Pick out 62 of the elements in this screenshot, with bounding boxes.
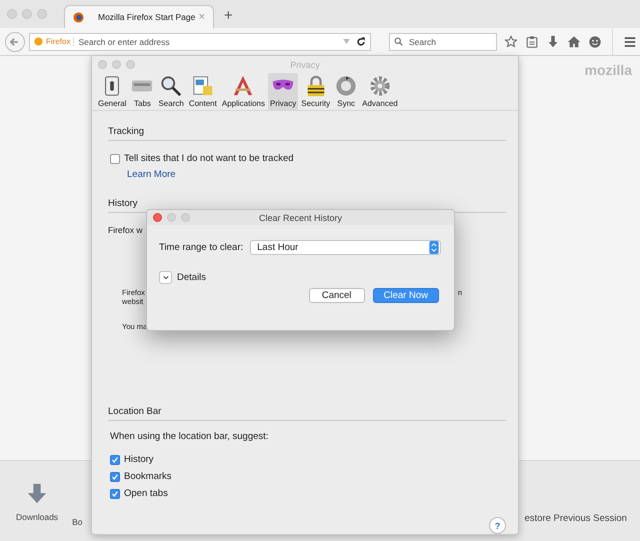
smiley-icon[interactable]: [588, 34, 602, 48]
section-heading: Location Bar: [108, 391, 506, 421]
reload-icon[interactable]: [356, 36, 366, 46]
preferences-tab[interactable]: General: [96, 73, 128, 110]
help-button[interactable]: ?: [489, 517, 506, 534]
checkbox-label: Tell sites that I do not want to be tracked: [124, 153, 294, 164]
document-icon: [192, 75, 214, 97]
menu-icon[interactable]: [623, 34, 637, 48]
preferences-tab[interactable]: Sync: [333, 73, 360, 110]
browser-tab[interactable]: Mozilla Firefox Start Page ×: [64, 5, 214, 28]
mozilla-logo: mozilla: [584, 62, 632, 78]
identity-icon: [34, 37, 43, 46]
preferences-tab[interactable]: Content: [186, 73, 219, 110]
preferences-tab[interactable]: Security: [299, 73, 332, 110]
checkbox[interactable]: [110, 472, 120, 482]
bookmark-star-icon[interactable]: [504, 34, 518, 48]
window-title: Privacy: [290, 60, 320, 70]
preferences-tab[interactable]: Search: [156, 73, 186, 110]
search-field[interactable]: Search: [389, 32, 497, 50]
search-icon: [394, 37, 403, 46]
sync-icon: [335, 75, 358, 97]
details-label: Details: [177, 272, 206, 283]
section-heading: Tracking: [108, 111, 506, 141]
dropdown-icon[interactable]: [343, 39, 350, 44]
learn-more-link[interactable]: Learn More: [127, 169, 176, 180]
history-text: Firefox w: [108, 225, 142, 235]
preferences-tab[interactable]: Advanced: [360, 73, 400, 110]
magnifier-icon: [160, 75, 182, 97]
checkbox[interactable]: [110, 454, 120, 464]
details-toggle[interactable]: [159, 271, 172, 284]
download-icon[interactable]: [546, 34, 560, 48]
download-arrow-icon: [26, 483, 48, 505]
tab-title: Mozilla Firefox Start Page: [98, 12, 196, 22]
stepper-icon: [429, 241, 440, 254]
preferences-tab[interactable]: Applications: [220, 73, 267, 110]
checkbox[interactable]: [110, 488, 120, 498]
launcher-label[interactable]: Bo: [72, 517, 82, 527]
time-range-select[interactable]: Last Hour: [250, 240, 442, 255]
new-tab-button[interactable]: +: [224, 7, 233, 24]
drafting-tools-icon: [232, 75, 254, 97]
close-window-button[interactable]: [153, 213, 162, 222]
chevron-icon: [162, 275, 168, 280]
site-identity-label: Firefox: [46, 37, 74, 46]
prompt-text: When using the location bar, suggest:: [110, 431, 270, 442]
back-button[interactable]: [5, 32, 25, 52]
home-icon[interactable]: [567, 34, 581, 48]
checkbox[interactable]: [110, 154, 120, 164]
checkbox-label: Open tabs: [124, 488, 168, 499]
preferences-tab[interactable]: Privacy: [268, 73, 298, 110]
clipboard-icon[interactable]: [525, 34, 539, 48]
browser-logo-icon: [73, 12, 84, 22]
checkbox-label: History: [124, 454, 154, 465]
search-input[interactable]: Search: [409, 36, 492, 46]
checkbox-label: Bookmarks: [124, 471, 172, 482]
dialog-title: Clear Recent History: [258, 212, 342, 222]
downloads-launcher[interactable]: Downloads: [16, 483, 58, 522]
restore-session-label[interactable]: estore Previous Session: [524, 513, 627, 524]
preferences-tab[interactable]: Tabs: [129, 73, 156, 110]
cancel-button[interactable]: Cancel: [308, 288, 365, 303]
address-input[interactable]: Search or enter address: [78, 36, 343, 46]
time-range-label: Time range to clear:: [159, 242, 244, 253]
gear-icon: [368, 75, 391, 97]
